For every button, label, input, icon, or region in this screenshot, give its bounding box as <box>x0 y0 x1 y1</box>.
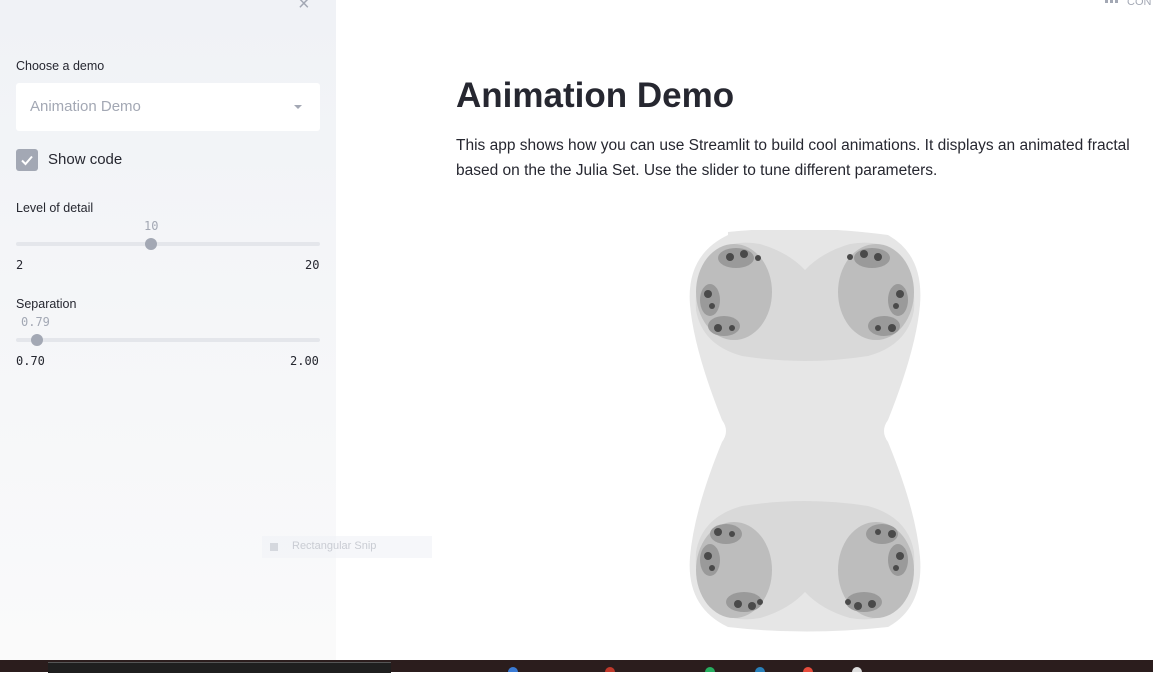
snip-tool-overlay: Rectangular Snip <box>262 536 432 558</box>
page-description: This app shows how you can use Streamlit… <box>456 137 1130 179</box>
demo-select[interactable]: Animation Demo <box>16 83 320 131</box>
taskbar-app-icon[interactable] <box>605 667 615 672</box>
demo-select-label: Choose a demo <box>16 59 105 73</box>
separation-slider-thumb[interactable] <box>31 334 43 346</box>
detail-slider-value: 10 <box>144 219 159 233</box>
taskbar-window-button[interactable] <box>48 662 391 673</box>
detail-slider-max: 20 <box>305 258 320 272</box>
menu-icon[interactable] <box>1105 0 1119 4</box>
show-code-checkbox[interactable] <box>16 149 38 171</box>
taskbar-app-icon[interactable] <box>705 667 715 672</box>
demo-select-value: Animation Demo <box>30 98 141 115</box>
separation-slider-label: Separation <box>16 297 77 311</box>
snip-tool-label: Rectangular Snip <box>292 540 377 552</box>
fractal-image <box>689 230 921 632</box>
detail-slider-min: 2 <box>16 258 24 272</box>
separation-slider-min: 0.70 <box>16 354 45 368</box>
separation-slider-track[interactable] <box>16 338 320 342</box>
page-title: Animation Demo <box>456 76 735 115</box>
taskbar-app-icon[interactable] <box>508 667 518 672</box>
snip-icon <box>270 543 278 551</box>
close-icon[interactable]: × <box>298 0 310 14</box>
show-code-label: Show code <box>48 151 123 168</box>
chevron-down-icon <box>294 105 302 109</box>
separation-slider-max: 2.00 <box>290 354 319 368</box>
taskbar-app-icon[interactable] <box>803 667 813 672</box>
taskbar-app-icon[interactable] <box>755 667 765 672</box>
sidebar: × Choose a demo Animation Demo Show code… <box>0 0 336 660</box>
detail-slider-label: Level of detail <box>16 201 94 215</box>
detail-slider-track[interactable] <box>16 242 320 246</box>
separation-slider-value: 0.79 <box>21 315 50 329</box>
taskbar-app-icon[interactable] <box>852 667 862 672</box>
check-icon <box>21 155 33 166</box>
menu-button-label[interactable]: CON <box>1127 0 1151 8</box>
detail-slider-thumb[interactable] <box>145 238 157 250</box>
